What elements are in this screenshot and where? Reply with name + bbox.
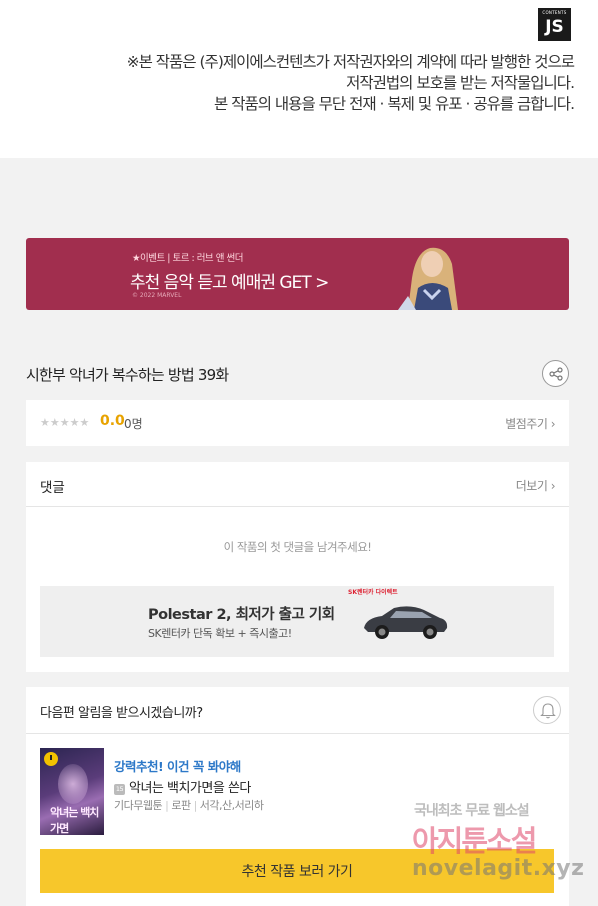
copyright-notice-section: CONTENTS JS ※본 작품은 (주)제이에스컨텐츠가 저작권자와의 계약… — [0, 0, 598, 158]
meta-authors: 서각,산,서리하 — [199, 799, 264, 812]
ad-subtitle: SK렌터카 단독 확보 + 즉시출고! — [148, 627, 292, 640]
rating-stars: ★★★★★ — [40, 416, 90, 429]
recommend-tag: 강력추천! 이건 꼭 봐야해 — [114, 759, 241, 774]
meta-category: 기다무웹툰 — [114, 799, 163, 812]
view-recommended-button[interactable]: 추천 작품 보러 가기 — [40, 849, 554, 893]
recommended-book-meta: 기다무웹툰 | 로판 | 서각,산,서리하 — [114, 797, 264, 813]
comments-more-link[interactable]: 더보기 › — [516, 477, 556, 494]
comments-header: 댓글 더보기 › — [26, 462, 569, 507]
banner-headline: 추천 음악 듣고 예매권 GET > — [130, 273, 329, 293]
comments-label: 댓글 — [40, 480, 65, 496]
publisher-logo-mini: CONTENTS — [542, 10, 567, 15]
meta-genre: 로판 — [171, 799, 191, 812]
recommended-book-thumbnail[interactable]: 악녀는 백치가면 — [40, 748, 104, 835]
meta-separator: | — [193, 799, 198, 812]
recommended-book-title: 악녀는 백치가면을 쓴다 — [129, 781, 251, 796]
notify-header: 다음편 알림을 받으시겠습니까? — [26, 687, 569, 734]
notice-line-3: 본 작품의 내용을 무단 전재 · 복제 및 유포 · 공유를 금합니다. — [214, 95, 575, 113]
rate-button[interactable]: 별점주기 › — [505, 415, 555, 432]
notice-line-2: 저작권법의 보호를 받는 저작물입니다. — [346, 74, 575, 92]
comments-empty-message: 이 작품의 첫 댓글을 남겨주세요! — [223, 540, 372, 554]
banner-character-image — [398, 247, 458, 310]
copyright-notice: ※본 작품은 (주)제이에스컨텐츠가 저작권자와의 계약에 따라 발행한 것으로… — [126, 52, 575, 115]
share-button[interactable] — [542, 360, 569, 387]
notice-line-1: ※본 작품은 (주)제이에스컨텐츠가 저작권자와의 계약에 따라 발행한 것으로 — [126, 53, 575, 71]
episode-title: 시한부 악녀가 복수하는 방법 39화 — [26, 366, 229, 384]
comments-card: 댓글 더보기 › 이 작품의 첫 댓글을 남겨주세요! SK렌터카 다이렉트 P… — [26, 462, 569, 672]
episode-title-row: 시한부 악녀가 복수하는 방법 39화 — [26, 360, 569, 388]
publisher-logo: CONTENTS JS — [538, 8, 571, 41]
bell-icon — [540, 703, 556, 719]
rating-card: ★★★★★ 0.0 0명 별점주기 › — [26, 400, 569, 446]
publisher-logo-text: JS — [545, 17, 564, 37]
rating-count: 0명 — [124, 417, 143, 431]
car-image — [364, 606, 448, 639]
ad-banner[interactable]: SK렌터카 다이렉트 Polestar 2, 최저가 출고 기회 SK렌터카 단… — [40, 586, 554, 657]
ad-logo: SK렌터카 다이렉트 — [348, 589, 398, 596]
recommended-book-title-row[interactable]: 15 악녀는 백치가면을 쓴다 — [114, 777, 251, 796]
next-episode-notify-card: 다음편 알림을 받으시겠습니까? 악녀는 백치가면 강력추천! 이건 꼭 봐야해… — [26, 687, 569, 906]
age-rating-badge: 15 — [114, 784, 125, 795]
share-icon — [549, 367, 563, 381]
banner-copyright: © 2022 MARVEL — [132, 292, 182, 299]
ad-title: Polestar 2, 최저가 출고 기회 — [148, 607, 335, 623]
thumbnail-art — [58, 764, 88, 804]
banner-event-label: ★이벤트 | 토르 : 러브 앤 썬더 — [132, 253, 243, 264]
rating-score: 0.0 — [100, 413, 125, 429]
clock-icon — [44, 752, 58, 766]
meta-separator: | — [165, 799, 169, 812]
notify-bell-button[interactable] — [533, 696, 561, 724]
event-banner[interactable]: ★이벤트 | 토르 : 러브 앤 썬더 추천 음악 듣고 예매권 GET > ©… — [26, 238, 569, 310]
thumbnail-title: 악녀는 백치가면 — [50, 806, 99, 835]
notify-question: 다음편 알림을 받으시겠습니까? — [40, 706, 203, 721]
